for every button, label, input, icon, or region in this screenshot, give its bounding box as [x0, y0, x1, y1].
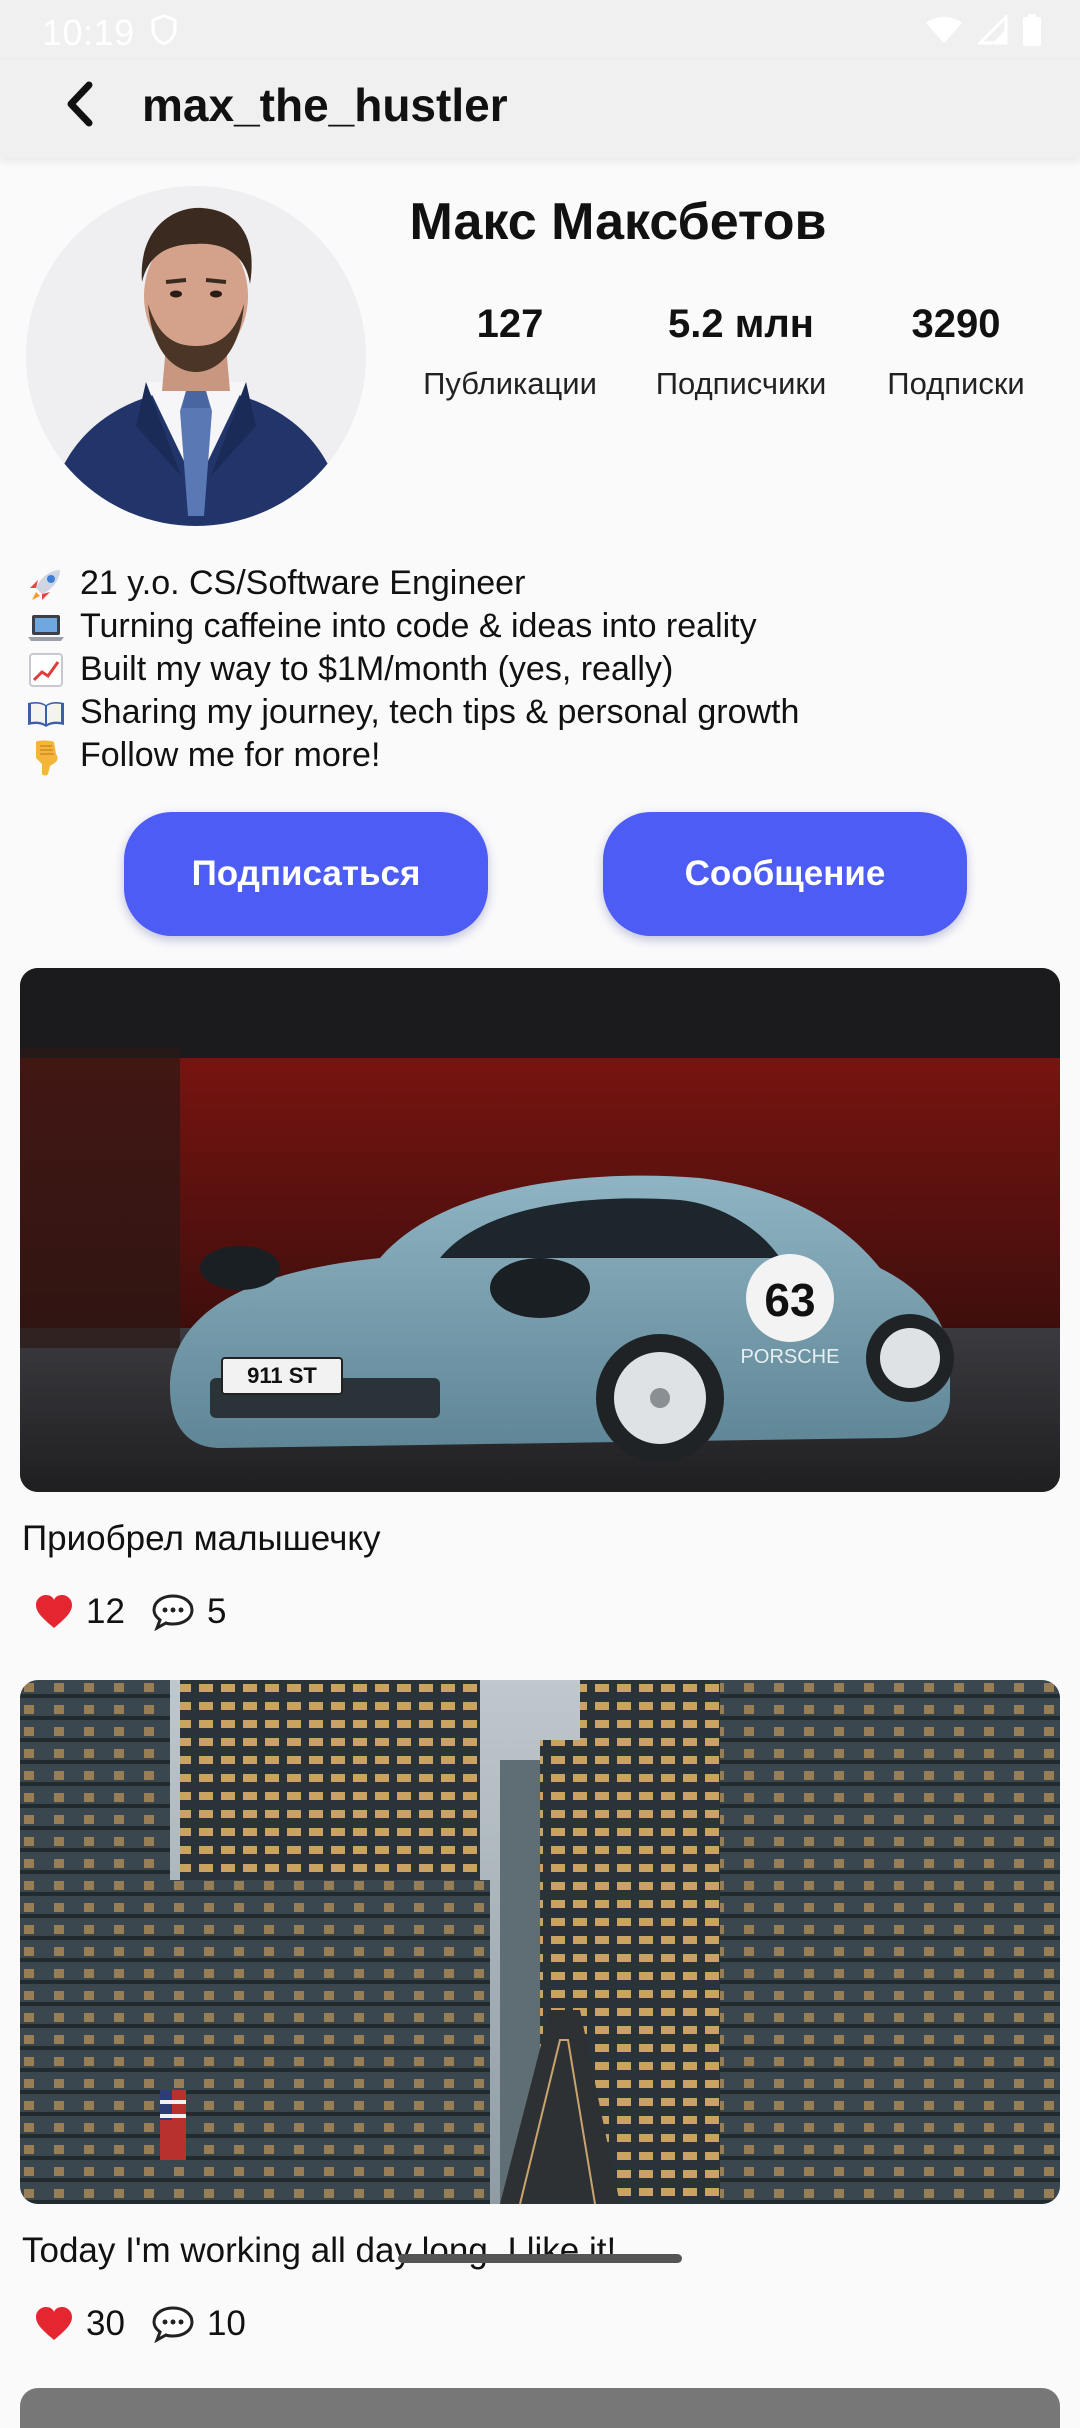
- avatar-image: [26, 186, 366, 526]
- bio-line: 21 y.o. CS/Software Engineer: [26, 562, 1046, 605]
- like-button[interactable]: 12: [34, 1592, 125, 1632]
- profile-name: Макс Максбетов: [409, 193, 827, 251]
- status-time: 10:19: [42, 12, 135, 53]
- bio-line: Sharing my journey, tech tips & personal…: [26, 691, 1046, 734]
- open-book-icon: [26, 693, 72, 733]
- stat-following-value: 3290: [911, 302, 1001, 346]
- rocket-icon: [26, 564, 72, 604]
- comment-count: 10: [206, 2304, 246, 2343]
- comment-button[interactable]: 10: [151, 2304, 246, 2344]
- city-photo: [20, 1680, 1060, 2204]
- bio-text: Turning caffeine into code & ideas into …: [80, 607, 757, 645]
- battery-icon: [1023, 14, 1041, 46]
- post-stats: 30 10: [34, 2304, 272, 2344]
- top-app-bar: max_the_hustler: [0, 60, 1080, 158]
- car-brand-text: PORSCHE: [741, 1346, 840, 1368]
- post-image[interactable]: [20, 1680, 1060, 2204]
- stat-posts[interactable]: 127 Публикации: [400, 296, 620, 402]
- post-image[interactable]: 911 ST 63 PORSCHE: [20, 968, 1060, 1492]
- profile-bio: 21 y.o. CS/Software Engineer Turning caf…: [26, 562, 1046, 777]
- home-indicator[interactable]: [398, 2254, 682, 2263]
- shield-icon: [151, 14, 177, 46]
- bio-line: Built my way to $1M/month (yes, really): [26, 648, 1046, 691]
- car-number-text: 63: [764, 1274, 815, 1326]
- post-caption: Приобрел малышечку: [22, 1519, 381, 1558]
- stat-followers-label: Подписчики: [655, 366, 827, 401]
- stat-following[interactable]: 3290 Подписки: [846, 296, 1066, 402]
- pointing-down-icon: [26, 736, 72, 776]
- heart-icon: [36, 1595, 72, 1628]
- like-count: 12: [86, 1592, 125, 1631]
- bio-text: Sharing my journey, tech tips & personal…: [80, 693, 800, 731]
- subscribe-button[interactable]: Подписаться: [124, 812, 488, 936]
- stat-following-label: Подписки: [887, 366, 1025, 401]
- bio-text: Built my way to $1M/month (yes, really): [80, 650, 674, 688]
- signal-icon: [978, 15, 1008, 45]
- stat-followers-value: 5.2 млн: [668, 302, 814, 346]
- post-image[interactable]: [20, 2388, 1060, 2428]
- bio-text: Follow me for more!: [80, 736, 381, 774]
- speech-bubble-icon: [152, 1594, 194, 1631]
- bio-line: Follow me for more!: [26, 734, 1046, 777]
- stat-posts-label: Публикации: [423, 366, 597, 401]
- comment-button[interactable]: 5: [151, 1592, 226, 1632]
- message-button[interactable]: Сообщение: [603, 812, 967, 936]
- heart-icon: [36, 2307, 72, 2340]
- bio-line: Turning caffeine into code & ideas into …: [26, 605, 1046, 648]
- laptop-icon: [26, 607, 72, 647]
- back-button[interactable]: [48, 72, 112, 136]
- speech-bubble-icon: [152, 2306, 194, 2343]
- like-button[interactable]: 30: [34, 2304, 125, 2344]
- stat-posts-value: 127: [476, 302, 544, 346]
- chart-increasing-icon: [26, 650, 72, 690]
- profile-avatar[interactable]: [26, 186, 366, 526]
- like-count: 30: [86, 2304, 125, 2343]
- bio-text: 21 y.o. CS/Software Engineer: [80, 564, 526, 602]
- status-icons: [924, 14, 1042, 46]
- car-plate-text: 911 ST: [247, 1363, 317, 1388]
- profile-username: max_the_hustler: [142, 79, 508, 131]
- back-arrow-icon: [67, 81, 93, 127]
- status-bar: 10:19: [0, 0, 1080, 60]
- comment-count: 5: [206, 1592, 227, 1631]
- car-photo: 911 ST 63 PORSCHE: [20, 968, 1060, 1492]
- wifi-icon: [926, 17, 962, 43]
- post-caption: Today I'm working all day long. I like i…: [22, 2231, 617, 2270]
- stat-followers[interactable]: 5.2 млн Подписчики: [631, 296, 851, 402]
- post-stats: 12 5: [34, 1592, 252, 1632]
